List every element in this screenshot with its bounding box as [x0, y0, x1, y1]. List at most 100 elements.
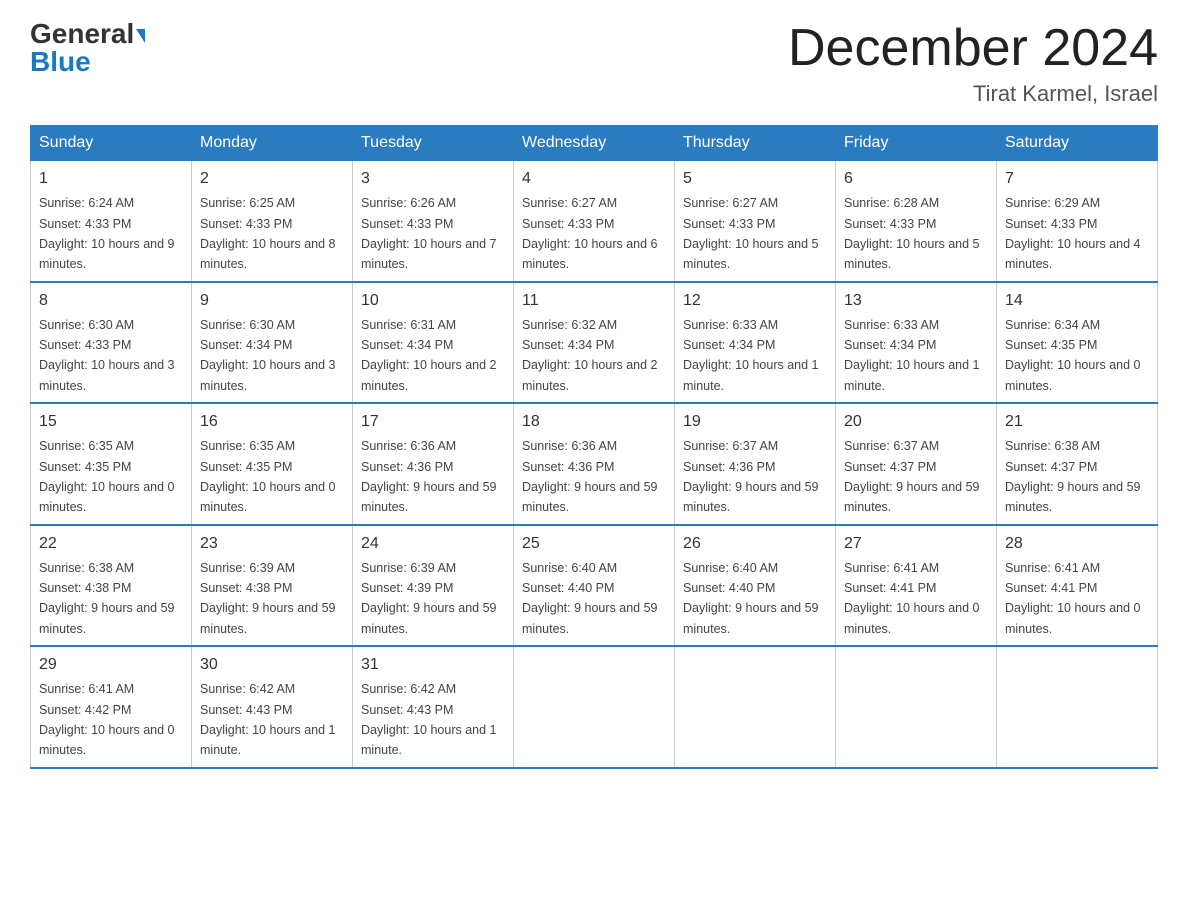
calendar-week-row: 15 Sunrise: 6:35 AMSunset: 4:35 PMDaylig…: [31, 403, 1158, 525]
calendar-cell: 8 Sunrise: 6:30 AMSunset: 4:33 PMDayligh…: [31, 282, 192, 404]
day-info: Sunrise: 6:35 AMSunset: 4:35 PMDaylight:…: [39, 439, 175, 514]
calendar-cell: 19 Sunrise: 6:37 AMSunset: 4:36 PMDaylig…: [675, 403, 836, 525]
day-number: 22: [39, 532, 183, 556]
day-number: 10: [361, 289, 505, 313]
calendar-cell: 17 Sunrise: 6:36 AMSunset: 4:36 PMDaylig…: [353, 403, 514, 525]
weekday-header: Monday: [192, 126, 353, 161]
day-number: 15: [39, 410, 183, 434]
day-number: 1: [39, 167, 183, 191]
day-number: 2: [200, 167, 344, 191]
day-info: Sunrise: 6:25 AMSunset: 4:33 PMDaylight:…: [200, 196, 336, 271]
day-info: Sunrise: 6:40 AMSunset: 4:40 PMDaylight:…: [683, 561, 819, 636]
calendar-cell: 22 Sunrise: 6:38 AMSunset: 4:38 PMDaylig…: [31, 525, 192, 647]
calendar-cell: 7 Sunrise: 6:29 AMSunset: 4:33 PMDayligh…: [997, 161, 1158, 282]
calendar-cell: 21 Sunrise: 6:38 AMSunset: 4:37 PMDaylig…: [997, 403, 1158, 525]
calendar-cell: 18 Sunrise: 6:36 AMSunset: 4:36 PMDaylig…: [514, 403, 675, 525]
day-info: Sunrise: 6:41 AMSunset: 4:41 PMDaylight:…: [1005, 561, 1141, 636]
calendar-cell: 20 Sunrise: 6:37 AMSunset: 4:37 PMDaylig…: [836, 403, 997, 525]
day-info: Sunrise: 6:42 AMSunset: 4:43 PMDaylight:…: [200, 682, 336, 757]
calendar-cell: [997, 646, 1158, 768]
day-info: Sunrise: 6:29 AMSunset: 4:33 PMDaylight:…: [1005, 196, 1141, 271]
day-info: Sunrise: 6:34 AMSunset: 4:35 PMDaylight:…: [1005, 318, 1141, 393]
day-number: 3: [361, 167, 505, 191]
calendar-cell: 3 Sunrise: 6:26 AMSunset: 4:33 PMDayligh…: [353, 161, 514, 282]
day-number: 5: [683, 167, 827, 191]
weekday-header: Sunday: [31, 126, 192, 161]
calendar-week-row: 29 Sunrise: 6:41 AMSunset: 4:42 PMDaylig…: [31, 646, 1158, 768]
day-number: 30: [200, 653, 344, 677]
day-number: 19: [683, 410, 827, 434]
day-info: Sunrise: 6:38 AMSunset: 4:38 PMDaylight:…: [39, 561, 175, 636]
day-info: Sunrise: 6:31 AMSunset: 4:34 PMDaylight:…: [361, 318, 497, 393]
calendar-week-row: 22 Sunrise: 6:38 AMSunset: 4:38 PMDaylig…: [31, 525, 1158, 647]
calendar-cell: 11 Sunrise: 6:32 AMSunset: 4:34 PMDaylig…: [514, 282, 675, 404]
calendar-cell: 5 Sunrise: 6:27 AMSunset: 4:33 PMDayligh…: [675, 161, 836, 282]
weekday-header: Wednesday: [514, 126, 675, 161]
day-number: 26: [683, 532, 827, 556]
logo: General Blue: [30, 20, 145, 76]
day-number: 6: [844, 167, 988, 191]
day-info: Sunrise: 6:41 AMSunset: 4:42 PMDaylight:…: [39, 682, 175, 757]
calendar-cell: 23 Sunrise: 6:39 AMSunset: 4:38 PMDaylig…: [192, 525, 353, 647]
day-info: Sunrise: 6:26 AMSunset: 4:33 PMDaylight:…: [361, 196, 497, 271]
day-info: Sunrise: 6:27 AMSunset: 4:33 PMDaylight:…: [522, 196, 658, 271]
calendar-cell: 24 Sunrise: 6:39 AMSunset: 4:39 PMDaylig…: [353, 525, 514, 647]
day-number: 18: [522, 410, 666, 434]
day-info: Sunrise: 6:42 AMSunset: 4:43 PMDaylight:…: [361, 682, 497, 757]
day-info: Sunrise: 6:35 AMSunset: 4:35 PMDaylight:…: [200, 439, 336, 514]
day-info: Sunrise: 6:27 AMSunset: 4:33 PMDaylight:…: [683, 196, 819, 271]
day-info: Sunrise: 6:36 AMSunset: 4:36 PMDaylight:…: [522, 439, 658, 514]
day-number: 29: [39, 653, 183, 677]
day-number: 11: [522, 289, 666, 313]
logo-line1: General: [30, 20, 145, 48]
page-header: General Blue December 2024 Tirat Karmel,…: [30, 20, 1158, 107]
calendar-cell: 6 Sunrise: 6:28 AMSunset: 4:33 PMDayligh…: [836, 161, 997, 282]
day-number: 31: [361, 653, 505, 677]
title-block: December 2024 Tirat Karmel, Israel: [788, 20, 1158, 107]
weekday-header: Tuesday: [353, 126, 514, 161]
day-info: Sunrise: 6:24 AMSunset: 4:33 PMDaylight:…: [39, 196, 175, 271]
day-info: Sunrise: 6:28 AMSunset: 4:33 PMDaylight:…: [844, 196, 980, 271]
calendar-cell: 25 Sunrise: 6:40 AMSunset: 4:40 PMDaylig…: [514, 525, 675, 647]
day-number: 27: [844, 532, 988, 556]
weekday-header: Friday: [836, 126, 997, 161]
day-info: Sunrise: 6:38 AMSunset: 4:37 PMDaylight:…: [1005, 439, 1141, 514]
calendar-cell: 4 Sunrise: 6:27 AMSunset: 4:33 PMDayligh…: [514, 161, 675, 282]
calendar-header-row: SundayMondayTuesdayWednesdayThursdayFrid…: [31, 126, 1158, 161]
calendar-cell: 2 Sunrise: 6:25 AMSunset: 4:33 PMDayligh…: [192, 161, 353, 282]
calendar-cell: 15 Sunrise: 6:35 AMSunset: 4:35 PMDaylig…: [31, 403, 192, 525]
calendar-cell: 10 Sunrise: 6:31 AMSunset: 4:34 PMDaylig…: [353, 282, 514, 404]
day-number: 25: [522, 532, 666, 556]
day-info: Sunrise: 6:33 AMSunset: 4:34 PMDaylight:…: [844, 318, 980, 393]
calendar-table: SundayMondayTuesdayWednesdayThursdayFrid…: [30, 125, 1158, 769]
day-info: Sunrise: 6:30 AMSunset: 4:33 PMDaylight:…: [39, 318, 175, 393]
day-info: Sunrise: 6:39 AMSunset: 4:38 PMDaylight:…: [200, 561, 336, 636]
day-number: 16: [200, 410, 344, 434]
day-info: Sunrise: 6:33 AMSunset: 4:34 PMDaylight:…: [683, 318, 819, 393]
day-number: 12: [683, 289, 827, 313]
day-info: Sunrise: 6:39 AMSunset: 4:39 PMDaylight:…: [361, 561, 497, 636]
day-number: 7: [1005, 167, 1149, 191]
calendar-cell: 27 Sunrise: 6:41 AMSunset: 4:41 PMDaylig…: [836, 525, 997, 647]
day-number: 24: [361, 532, 505, 556]
calendar-cell: 14 Sunrise: 6:34 AMSunset: 4:35 PMDaylig…: [997, 282, 1158, 404]
day-info: Sunrise: 6:32 AMSunset: 4:34 PMDaylight:…: [522, 318, 658, 393]
calendar-cell: 12 Sunrise: 6:33 AMSunset: 4:34 PMDaylig…: [675, 282, 836, 404]
calendar-cell: 1 Sunrise: 6:24 AMSunset: 4:33 PMDayligh…: [31, 161, 192, 282]
day-info: Sunrise: 6:40 AMSunset: 4:40 PMDaylight:…: [522, 561, 658, 636]
weekday-header: Thursday: [675, 126, 836, 161]
calendar-cell: [675, 646, 836, 768]
calendar-cell: [836, 646, 997, 768]
day-number: 8: [39, 289, 183, 313]
location: Tirat Karmel, Israel: [788, 81, 1158, 107]
day-info: Sunrise: 6:37 AMSunset: 4:36 PMDaylight:…: [683, 439, 819, 514]
day-number: 4: [522, 167, 666, 191]
day-number: 14: [1005, 289, 1149, 313]
logo-triangle-icon: [136, 29, 145, 43]
calendar-cell: 31 Sunrise: 6:42 AMSunset: 4:43 PMDaylig…: [353, 646, 514, 768]
day-number: 20: [844, 410, 988, 434]
day-info: Sunrise: 6:37 AMSunset: 4:37 PMDaylight:…: [844, 439, 980, 514]
day-number: 23: [200, 532, 344, 556]
day-info: Sunrise: 6:30 AMSunset: 4:34 PMDaylight:…: [200, 318, 336, 393]
calendar-week-row: 8 Sunrise: 6:30 AMSunset: 4:33 PMDayligh…: [31, 282, 1158, 404]
